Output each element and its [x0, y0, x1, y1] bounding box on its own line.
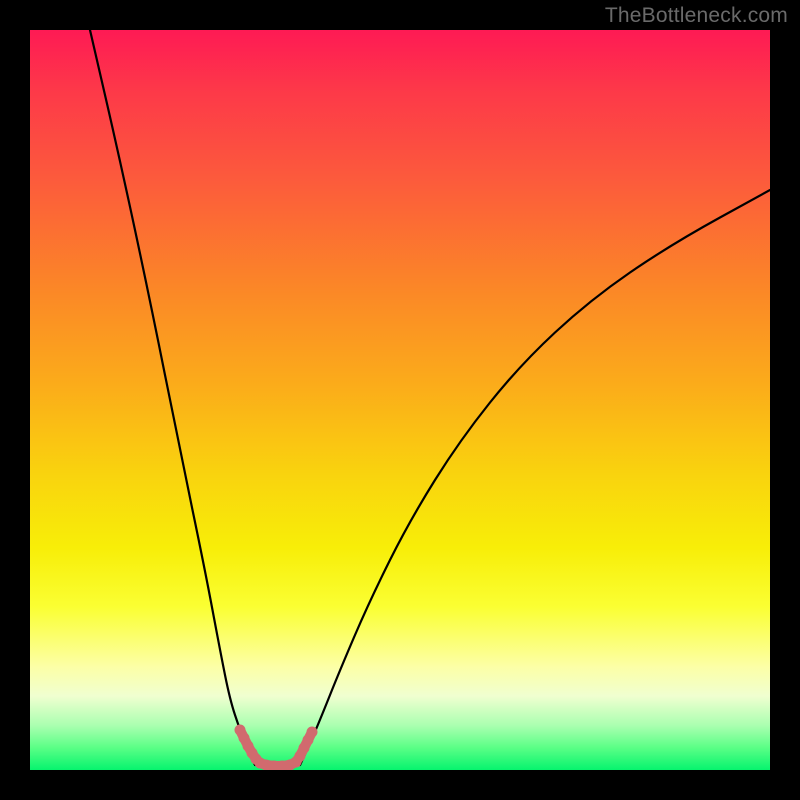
plot-area — [30, 30, 770, 770]
bottom-marker-dot — [307, 727, 318, 738]
bottom-marker-group — [235, 725, 318, 771]
curve-right-branch — [300, 190, 770, 765]
watermark-text: TheBottleneck.com — [605, 4, 788, 28]
curve-layer — [30, 30, 770, 770]
chart-frame: TheBottleneck.com — [0, 0, 800, 800]
curve-left-branch — [90, 30, 255, 765]
